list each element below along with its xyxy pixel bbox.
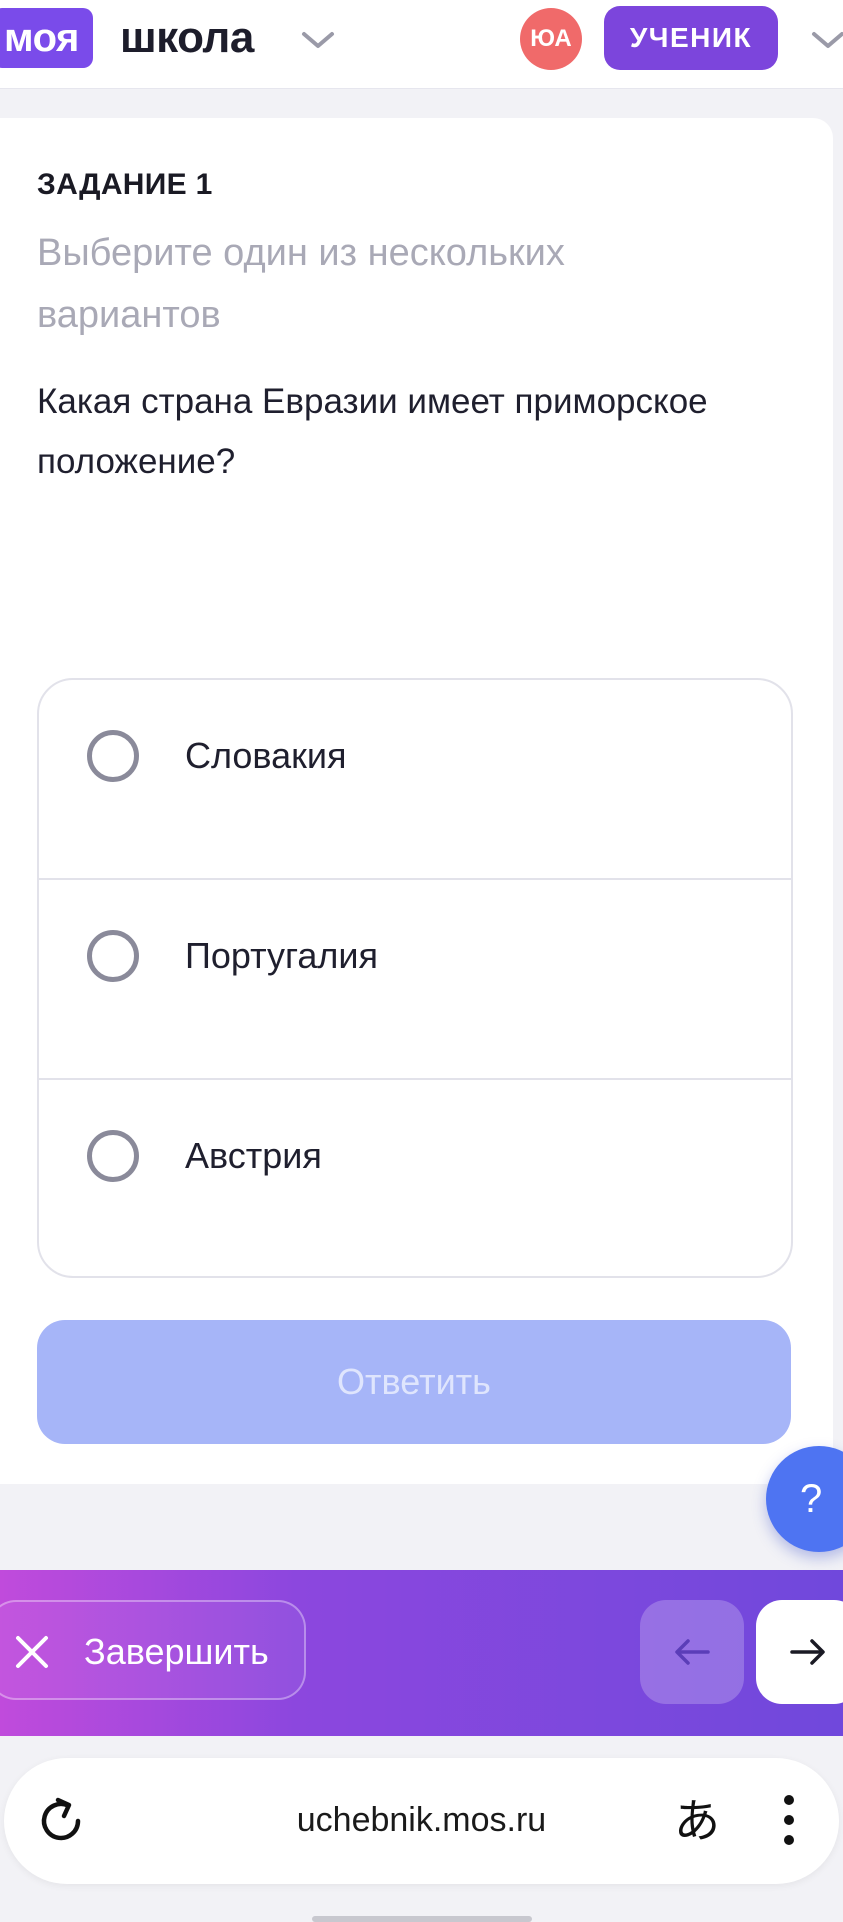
finish-button[interactable]: Завершить (0, 1600, 306, 1700)
next-task-button[interactable] (756, 1600, 843, 1704)
role-button[interactable]: УЧЕНИК (604, 6, 778, 70)
option-label: Португалия (185, 935, 378, 976)
option-label: Словакия (185, 735, 347, 776)
app-header: моя школа ЮА УЧЕНИК (0, 0, 843, 88)
profile-menu-chevron-down-icon[interactable] (810, 28, 843, 52)
option-label: Австрия (185, 1135, 322, 1176)
app-switcher-chevron-down-icon[interactable] (300, 28, 336, 52)
arrow-right-icon (790, 1639, 825, 1665)
logo-moya[interactable]: моя (0, 8, 93, 68)
radio-button[interactable] (87, 730, 139, 782)
answer-option[interactable]: Словакия (39, 680, 791, 880)
submit-answer-button[interactable]: Ответить (37, 1320, 791, 1444)
radio-button[interactable] (87, 930, 139, 982)
question-text: Какая страна Евразии имеет приморское по… (37, 382, 708, 481)
home-indicator (312, 1916, 532, 1922)
task-card: ЗАДАНИЕ 1 Выберите один из нескольких ва… (0, 118, 833, 1484)
arrow-left-icon (675, 1639, 710, 1665)
finish-label: Завершить (84, 1631, 269, 1672)
browser-toolbar: uchebnik.mos.ru あ (0, 1736, 843, 1922)
radio-button[interactable] (87, 1130, 139, 1182)
answer-option[interactable]: Португалия (39, 880, 791, 1080)
logo-shkola[interactable]: школа (120, 8, 254, 68)
task-instruction: Выберите один из нескольких вариантов (37, 232, 565, 336)
close-icon (16, 1636, 48, 1668)
answer-option[interactable]: Австрия (39, 1080, 791, 1276)
task-navigation-bar: Завершить (0, 1570, 843, 1736)
previous-task-button[interactable] (640, 1600, 744, 1704)
answer-options: Словакия Португалия Австрия (37, 678, 793, 1278)
task-title: ЗАДАНИЕ 1 (37, 168, 213, 201)
more-menu-icon[interactable] (774, 1792, 804, 1848)
translate-icon[interactable]: あ (674, 1794, 720, 1848)
address-bar[interactable]: uchebnik.mos.ru あ (4, 1758, 839, 1884)
user-avatar[interactable]: ЮА (520, 8, 582, 70)
